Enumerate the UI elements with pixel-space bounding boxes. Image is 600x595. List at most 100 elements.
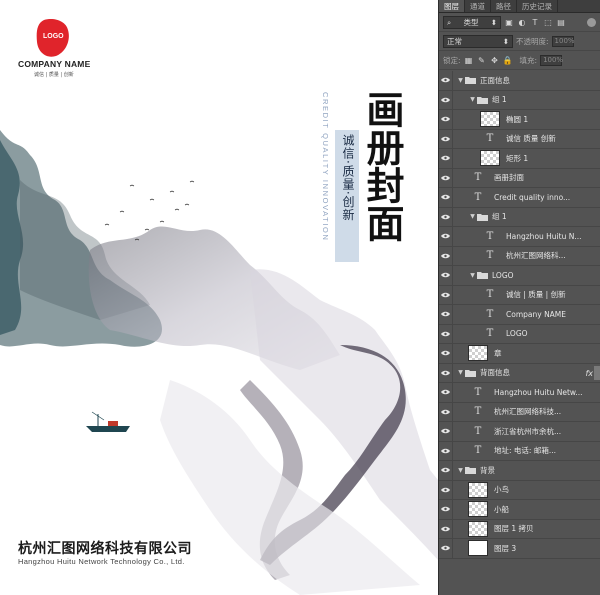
- lock-pixels-icon[interactable]: ✎: [477, 55, 487, 65]
- layer-row[interactable]: T Company NAME: [439, 304, 600, 325]
- layer-name: 正面信息: [480, 75, 510, 85]
- visibility-toggle[interactable]: [439, 70, 453, 90]
- layer-row[interactable]: T Hangzhou Huitu Netw...: [439, 382, 600, 403]
- layer-row[interactable]: 矩形 1: [439, 148, 600, 169]
- layer-name: 图层 3: [494, 543, 517, 553]
- visibility-toggle[interactable]: [439, 304, 453, 324]
- type-filter-icon[interactable]: T: [530, 17, 540, 27]
- layer-row[interactable]: 图层 1 拷贝: [439, 519, 600, 539]
- layer-row[interactable]: ▼ 背面信息 fx: [439, 363, 600, 383]
- layer-row[interactable]: ▼ 组 1: [439, 207, 600, 227]
- visibility-toggle[interactable]: [439, 168, 453, 188]
- tab-paths[interactable]: 路径: [491, 0, 517, 12]
- tab-history[interactable]: 历史记录: [517, 0, 558, 12]
- layer-row[interactable]: ▼ 正面信息: [439, 70, 600, 91]
- layer-row[interactable]: ▼ LOGO: [439, 265, 600, 286]
- layer-row[interactable]: ▼ 背景: [439, 460, 600, 481]
- layer-name: 小鸟: [494, 485, 509, 495]
- layer-name: 图层 1 拷贝: [494, 524, 534, 534]
- visibility-toggle[interactable]: [439, 207, 453, 227]
- layer-name: 背面信息: [480, 368, 510, 378]
- layer-row[interactable]: T Credit quality inno...: [439, 187, 600, 208]
- eye-icon: [441, 351, 450, 356]
- visibility-toggle[interactable]: [439, 226, 453, 246]
- layer-name: 诚信 | 质量 | 创新: [506, 290, 566, 300]
- text-layer-icon: T: [474, 172, 482, 184]
- eye-icon: [441, 429, 450, 434]
- visibility-toggle[interactable]: [439, 421, 453, 441]
- visibility-toggle[interactable]: [439, 460, 453, 480]
- footer-company-en: Hangzhou Huitu Network Technology Co., L…: [18, 557, 185, 566]
- visibility-toggle[interactable]: [439, 441, 453, 461]
- tab-channels[interactable]: 通道: [465, 0, 491, 12]
- fill-field[interactable]: 100%: [540, 54, 563, 66]
- layer-row[interactable]: T Hangzhou Huitu N...: [439, 226, 600, 247]
- visibility-toggle[interactable]: [439, 402, 453, 422]
- layer-row[interactable]: 章: [439, 343, 600, 364]
- smart-object-filter-icon[interactable]: ▤: [556, 17, 566, 27]
- tab-layers[interactable]: 图层: [439, 0, 465, 12]
- lock-all-icon[interactable]: 🔒: [503, 55, 513, 65]
- visibility-toggle[interactable]: [439, 109, 453, 129]
- layer-row[interactable]: 小船: [439, 499, 600, 520]
- layer-row[interactable]: T 诚信 | 质量 | 创新: [439, 285, 600, 305]
- filter-toggle[interactable]: [587, 17, 596, 27]
- expand-arrow-icon[interactable]: ▼: [456, 369, 465, 376]
- visibility-toggle[interactable]: [439, 285, 453, 305]
- expand-arrow-icon[interactable]: ▼: [468, 213, 477, 220]
- visibility-toggle[interactable]: [439, 90, 453, 110]
- layer-name: 诚信 质量 创新: [506, 134, 556, 144]
- image-filter-icon[interactable]: ▣: [504, 17, 514, 27]
- visibility-toggle[interactable]: [439, 538, 453, 558]
- visibility-toggle[interactable]: [439, 363, 453, 383]
- layer-filter-dropdown[interactable]: ⌕ 类型 ⬍: [443, 15, 501, 29]
- blend-mode-dropdown[interactable]: 正常 ⬍: [443, 34, 513, 48]
- visibility-toggle[interactable]: [439, 343, 453, 363]
- expand-arrow-icon[interactable]: ▼: [468, 96, 477, 103]
- shape-filter-icon[interactable]: ⬚: [543, 17, 553, 27]
- layer-name: Credit quality inno...: [494, 192, 571, 202]
- blend-row: 正常 ⬍ 不透明度: 100%: [439, 32, 600, 51]
- text-layer-icon: T: [486, 308, 494, 320]
- layer-row[interactable]: 椭圆 1: [439, 109, 600, 130]
- visibility-toggle[interactable]: [439, 324, 453, 344]
- layer-row[interactable]: T 杭州汇图网络科技...: [439, 402, 600, 422]
- visibility-toggle[interactable]: [439, 148, 453, 168]
- layer-name: LOGO: [492, 270, 514, 280]
- layer-row[interactable]: T 浙江省杭州市余杭...: [439, 421, 600, 442]
- eye-icon: [441, 136, 450, 141]
- search-icon: ⌕: [447, 17, 452, 27]
- visibility-toggle[interactable]: [439, 129, 453, 149]
- scrollbar-thumb[interactable]: [594, 366, 600, 380]
- visibility-toggle[interactable]: [439, 499, 453, 519]
- layer-row[interactable]: T 诚信 质量 创新: [439, 129, 600, 149]
- layer-row[interactable]: ▼ 组 1: [439, 90, 600, 110]
- lock-transparent-icon[interactable]: ▦: [464, 55, 474, 65]
- adjustment-filter-icon[interactable]: ◐: [517, 17, 527, 27]
- layer-row[interactable]: 小鸟: [439, 480, 600, 500]
- layer-row[interactable]: T 杭州汇图网络科...: [439, 246, 600, 266]
- expand-arrow-icon[interactable]: ▼: [456, 467, 465, 474]
- visibility-toggle[interactable]: [439, 246, 453, 266]
- layer-thumbnail: [480, 150, 500, 167]
- vertical-slogan: 诚信·质量·创新: [341, 134, 355, 222]
- visibility-toggle[interactable]: [439, 187, 453, 207]
- text-layer-icon: T: [486, 328, 494, 340]
- visibility-toggle[interactable]: [439, 382, 453, 402]
- layer-effects-icon[interactable]: fx: [585, 369, 593, 378]
- document-canvas[interactable]: LOGO COMPANY NAME 诚信 | 质量 | 创新 CREDIT QU…: [0, 0, 438, 595]
- layer-row[interactable]: 图层 3: [439, 538, 600, 559]
- layer-row[interactable]: T LOGO: [439, 324, 600, 344]
- layer-thumbnail: [468, 501, 488, 518]
- lock-position-icon[interactable]: ✥: [490, 55, 500, 65]
- visibility-toggle[interactable]: [439, 519, 453, 539]
- expand-arrow-icon[interactable]: ▼: [468, 272, 477, 279]
- expand-arrow-icon[interactable]: ▼: [456, 77, 465, 84]
- layer-name: 背景: [480, 465, 495, 475]
- layer-row[interactable]: T 地址: 电话: 邮箱...: [439, 441, 600, 461]
- layer-name: Hangzhou Huitu Netw...: [494, 387, 583, 397]
- opacity-field[interactable]: 100%: [551, 35, 575, 47]
- visibility-toggle[interactable]: [439, 265, 453, 285]
- layer-row[interactable]: T 画册封面: [439, 168, 600, 188]
- visibility-toggle[interactable]: [439, 480, 453, 500]
